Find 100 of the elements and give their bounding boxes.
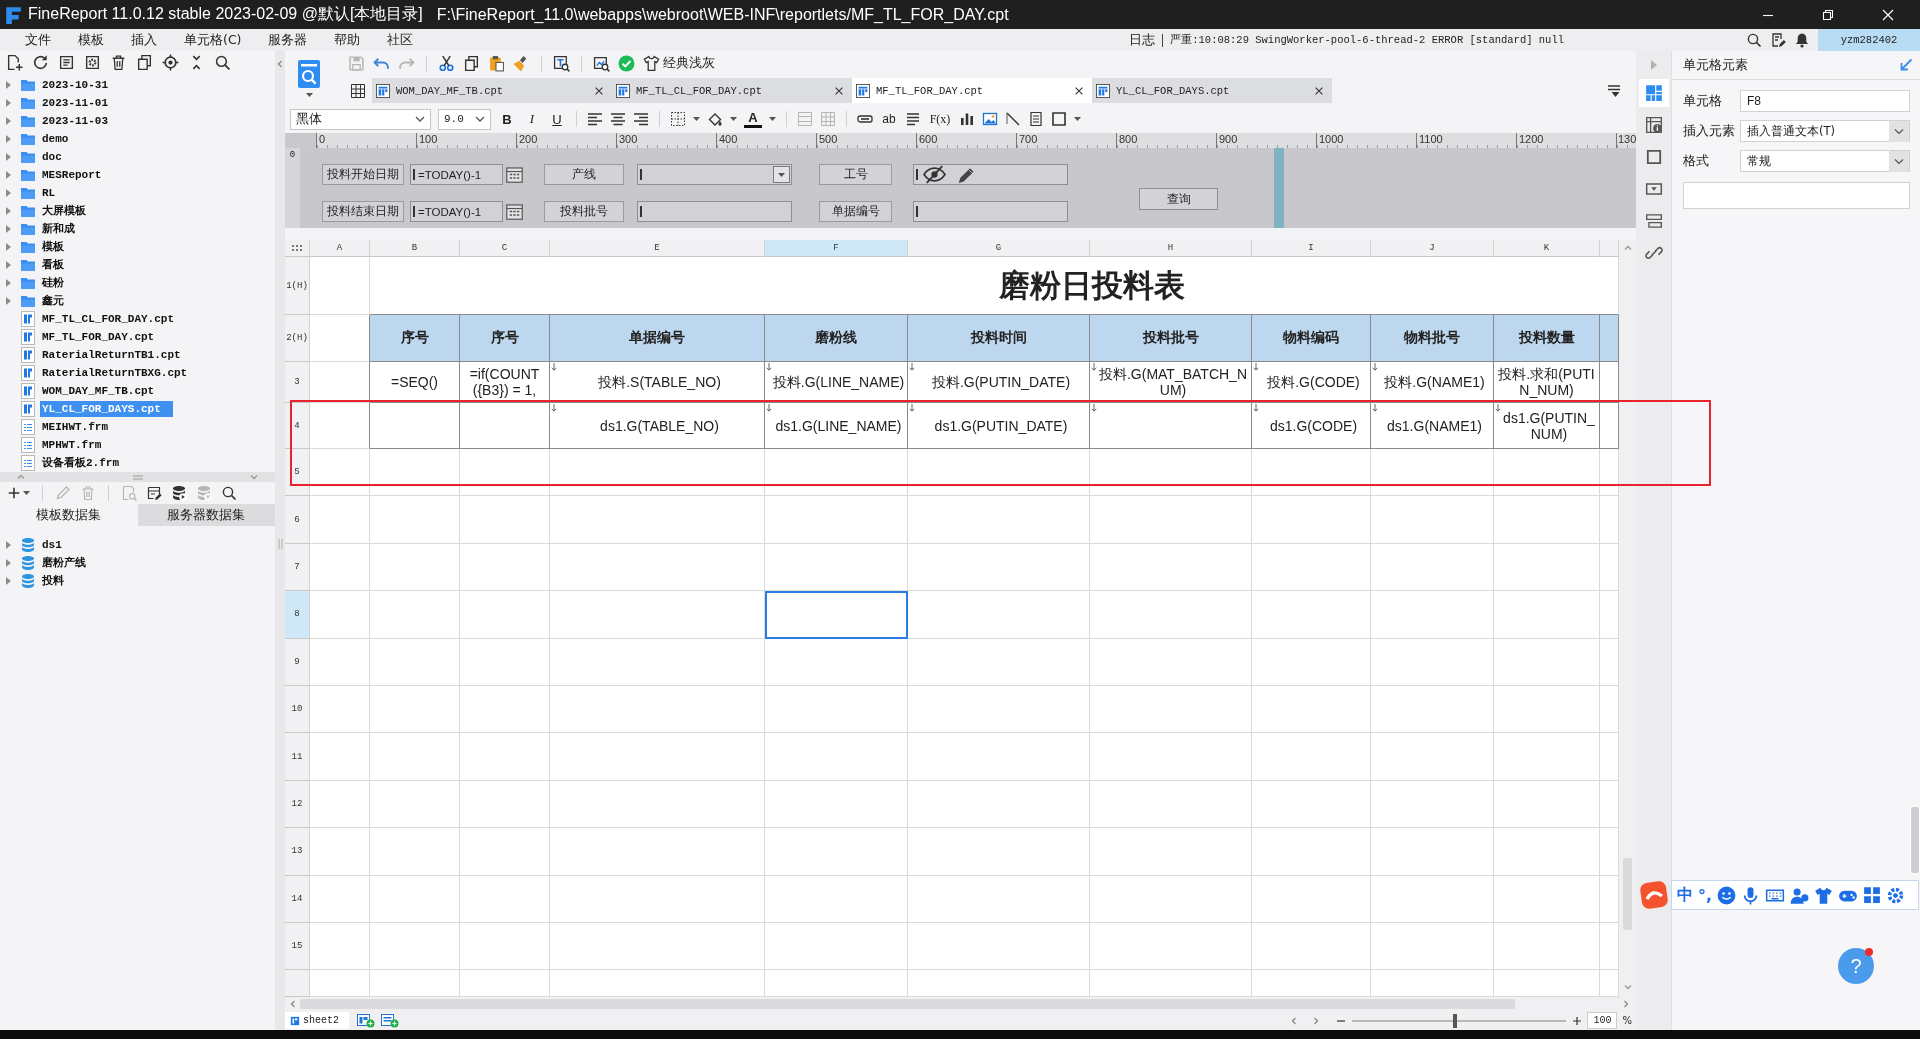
row-header[interactable]: 15 xyxy=(285,922,310,971)
user-badge[interactable]: yzm282402 xyxy=(1818,29,1920,51)
formula-cell[interactable]: 投料.G(LINE_NAME) xyxy=(765,362,908,403)
image-icon[interactable] xyxy=(982,111,998,127)
menu-item[interactable]: 文件 xyxy=(25,31,51,49)
add-form-sheet-icon[interactable] xyxy=(381,1013,399,1028)
scroll-left-icon[interactable] xyxy=(289,1000,297,1008)
pane-resize-bar[interactable] xyxy=(1274,148,1284,228)
font-size-select[interactable]: 9.0 xyxy=(438,108,491,130)
underline-button[interactable]: U xyxy=(548,109,566,129)
grid-icon[interactable] xyxy=(350,82,366,99)
grid-cell[interactable] xyxy=(1090,403,1252,449)
search-icon[interactable] xyxy=(214,53,231,71)
tree-item[interactable]: 鑫元 xyxy=(40,293,66,309)
row-header[interactable]: 1(H) xyxy=(285,257,310,315)
select-all-icon[interactable] xyxy=(292,245,302,251)
scroll-right-icon[interactable] xyxy=(1622,1000,1630,1008)
formula-cell[interactable]: 投料.S(TABLE_NO) xyxy=(550,362,765,403)
punctuation-toggle[interactable]: °, xyxy=(1698,885,1713,905)
tree-item[interactable]: MF_TL_FOR_DAY.cpt xyxy=(40,329,157,345)
menu-item[interactable]: 模板 xyxy=(78,31,104,49)
previous-sheet-icon[interactable] xyxy=(1290,1016,1299,1025)
square-icon[interactable] xyxy=(1644,148,1663,166)
caret-icon[interactable] xyxy=(693,117,700,121)
formula-cell[interactable]: =SEQ() xyxy=(370,362,460,403)
bold-button[interactable]: B xyxy=(498,109,516,129)
align-left-icon[interactable] xyxy=(587,111,603,127)
dataset-tab[interactable]: 服务器数据集 xyxy=(137,504,275,526)
column-header[interactable]: J xyxy=(1371,240,1494,257)
column-header[interactable]: F xyxy=(765,240,908,257)
vertical-scrollbar[interactable] xyxy=(1619,240,1636,997)
logo-icon[interactable] xyxy=(1639,880,1669,910)
row-header[interactable]: 10 xyxy=(285,685,310,734)
file-tab[interactable]: MF_TL_FOR_DAY.cpt xyxy=(852,78,1092,103)
grid-cell[interactable] xyxy=(310,362,370,403)
date-field[interactable]: =TODAY()-1 xyxy=(410,201,503,222)
caret-icon[interactable] xyxy=(730,117,737,121)
dataset-edit-icon[interactable] xyxy=(146,485,162,501)
copy-icon[interactable] xyxy=(136,53,153,71)
square-border-icon[interactable] xyxy=(1051,111,1067,127)
tree-item[interactable]: 大屏模板 xyxy=(40,203,88,219)
undo-icon[interactable] xyxy=(373,55,390,72)
people-icon[interactable] xyxy=(1790,885,1810,905)
formula-cell[interactable]: =if(COUNT({B3}) = 1, xyxy=(460,362,550,403)
text-field[interactable] xyxy=(913,164,1068,185)
locate-icon[interactable] xyxy=(162,53,179,71)
document-edit-icon[interactable] xyxy=(1770,32,1786,48)
row-header[interactable]: 7 xyxy=(285,543,310,592)
preview-icon[interactable] xyxy=(553,55,570,72)
cut-icon[interactable] xyxy=(438,55,455,72)
row-header[interactable]: 5 xyxy=(285,449,310,497)
tree-item[interactable]: RaterialReturnTBXG.cpt xyxy=(40,365,190,381)
formula-cell[interactable]: ds1.G(PUTIN_DATE) xyxy=(908,403,1090,449)
date-field[interactable]: =TODAY()-1 xyxy=(410,164,503,185)
calendar-icon[interactable] xyxy=(505,165,524,184)
search-icon[interactable] xyxy=(1746,32,1762,48)
redo-icon[interactable] xyxy=(398,55,415,72)
row-header[interactable]: 8 xyxy=(285,591,310,639)
save-icon[interactable] xyxy=(348,55,365,72)
formula-cell[interactable]: 投料.G(PUTIN_DATE) xyxy=(908,362,1090,403)
column-header[interactable]: A xyxy=(310,240,370,257)
tree-item[interactable]: 新和成 xyxy=(40,221,77,237)
tree-item[interactable]: 2023-11-01 xyxy=(40,95,110,111)
scrollbar-thumb[interactable] xyxy=(1910,806,1920,874)
paste-icon[interactable] xyxy=(488,55,505,72)
formula-cell[interactable]: 投料.G(MAT_BATCH_NUM) xyxy=(1090,362,1252,403)
dock-arrow-icon[interactable] xyxy=(1898,57,1914,73)
row-header[interactable]: 13 xyxy=(285,828,310,876)
dropdown-field[interactable]: 插入普通文本(T) xyxy=(1740,120,1910,142)
tree-item[interactable]: 2023-10-31 xyxy=(40,77,110,93)
tree-item[interactable]: RL xyxy=(40,185,58,201)
column-header[interactable]: K xyxy=(1494,240,1600,257)
file-tab[interactable]: WOM_DAY_MF_TB.cpt xyxy=(372,78,612,103)
scroll-up-icon[interactable] xyxy=(1623,244,1632,252)
row-header[interactable]: 11 xyxy=(285,733,310,781)
file-plus-icon[interactable] xyxy=(6,53,23,71)
tree-item[interactable]: 设备看板2.frm xyxy=(40,455,121,471)
paragraph-icon[interactable] xyxy=(905,111,921,127)
fill-bucket-icon[interactable] xyxy=(707,111,723,127)
check-icon[interactable] xyxy=(618,55,635,72)
theme-button[interactable]: 经典浅灰 xyxy=(643,55,715,72)
dataset-item[interactable]: 投料 xyxy=(40,573,66,589)
text-area[interactable] xyxy=(1683,182,1910,209)
tree-item[interactable]: MF_TL_CL_FOR_DAY.cpt xyxy=(40,311,177,327)
align-center-icon[interactable] xyxy=(610,111,626,127)
grid-cell[interactable] xyxy=(310,403,370,449)
list-icon[interactable] xyxy=(1644,212,1663,230)
file-tab[interactable]: YL_CL_FOR_DAYS.cpt xyxy=(1092,78,1332,103)
horizontal-scrollbar[interactable] xyxy=(285,997,1636,1011)
database-play-icon[interactable] xyxy=(171,485,187,501)
dataset-item[interactable]: ds1 xyxy=(40,537,64,553)
apps-icon[interactable] xyxy=(1863,886,1882,904)
italic-button[interactable]: I xyxy=(523,109,541,129)
formula-cell[interactable]: ds1.G(LINE_NAME) xyxy=(765,403,908,449)
chevron-up-icon[interactable] xyxy=(16,473,26,481)
formula-cell[interactable]: 投料.G(NAME1) xyxy=(1371,362,1494,403)
tree-item[interactable]: doc xyxy=(40,149,64,165)
font-select[interactable]: 黑体 xyxy=(290,108,431,130)
tree-item[interactable]: 看板 xyxy=(40,257,66,273)
formula-cell[interactable]: ds1.G(NAME1) xyxy=(1371,403,1494,449)
